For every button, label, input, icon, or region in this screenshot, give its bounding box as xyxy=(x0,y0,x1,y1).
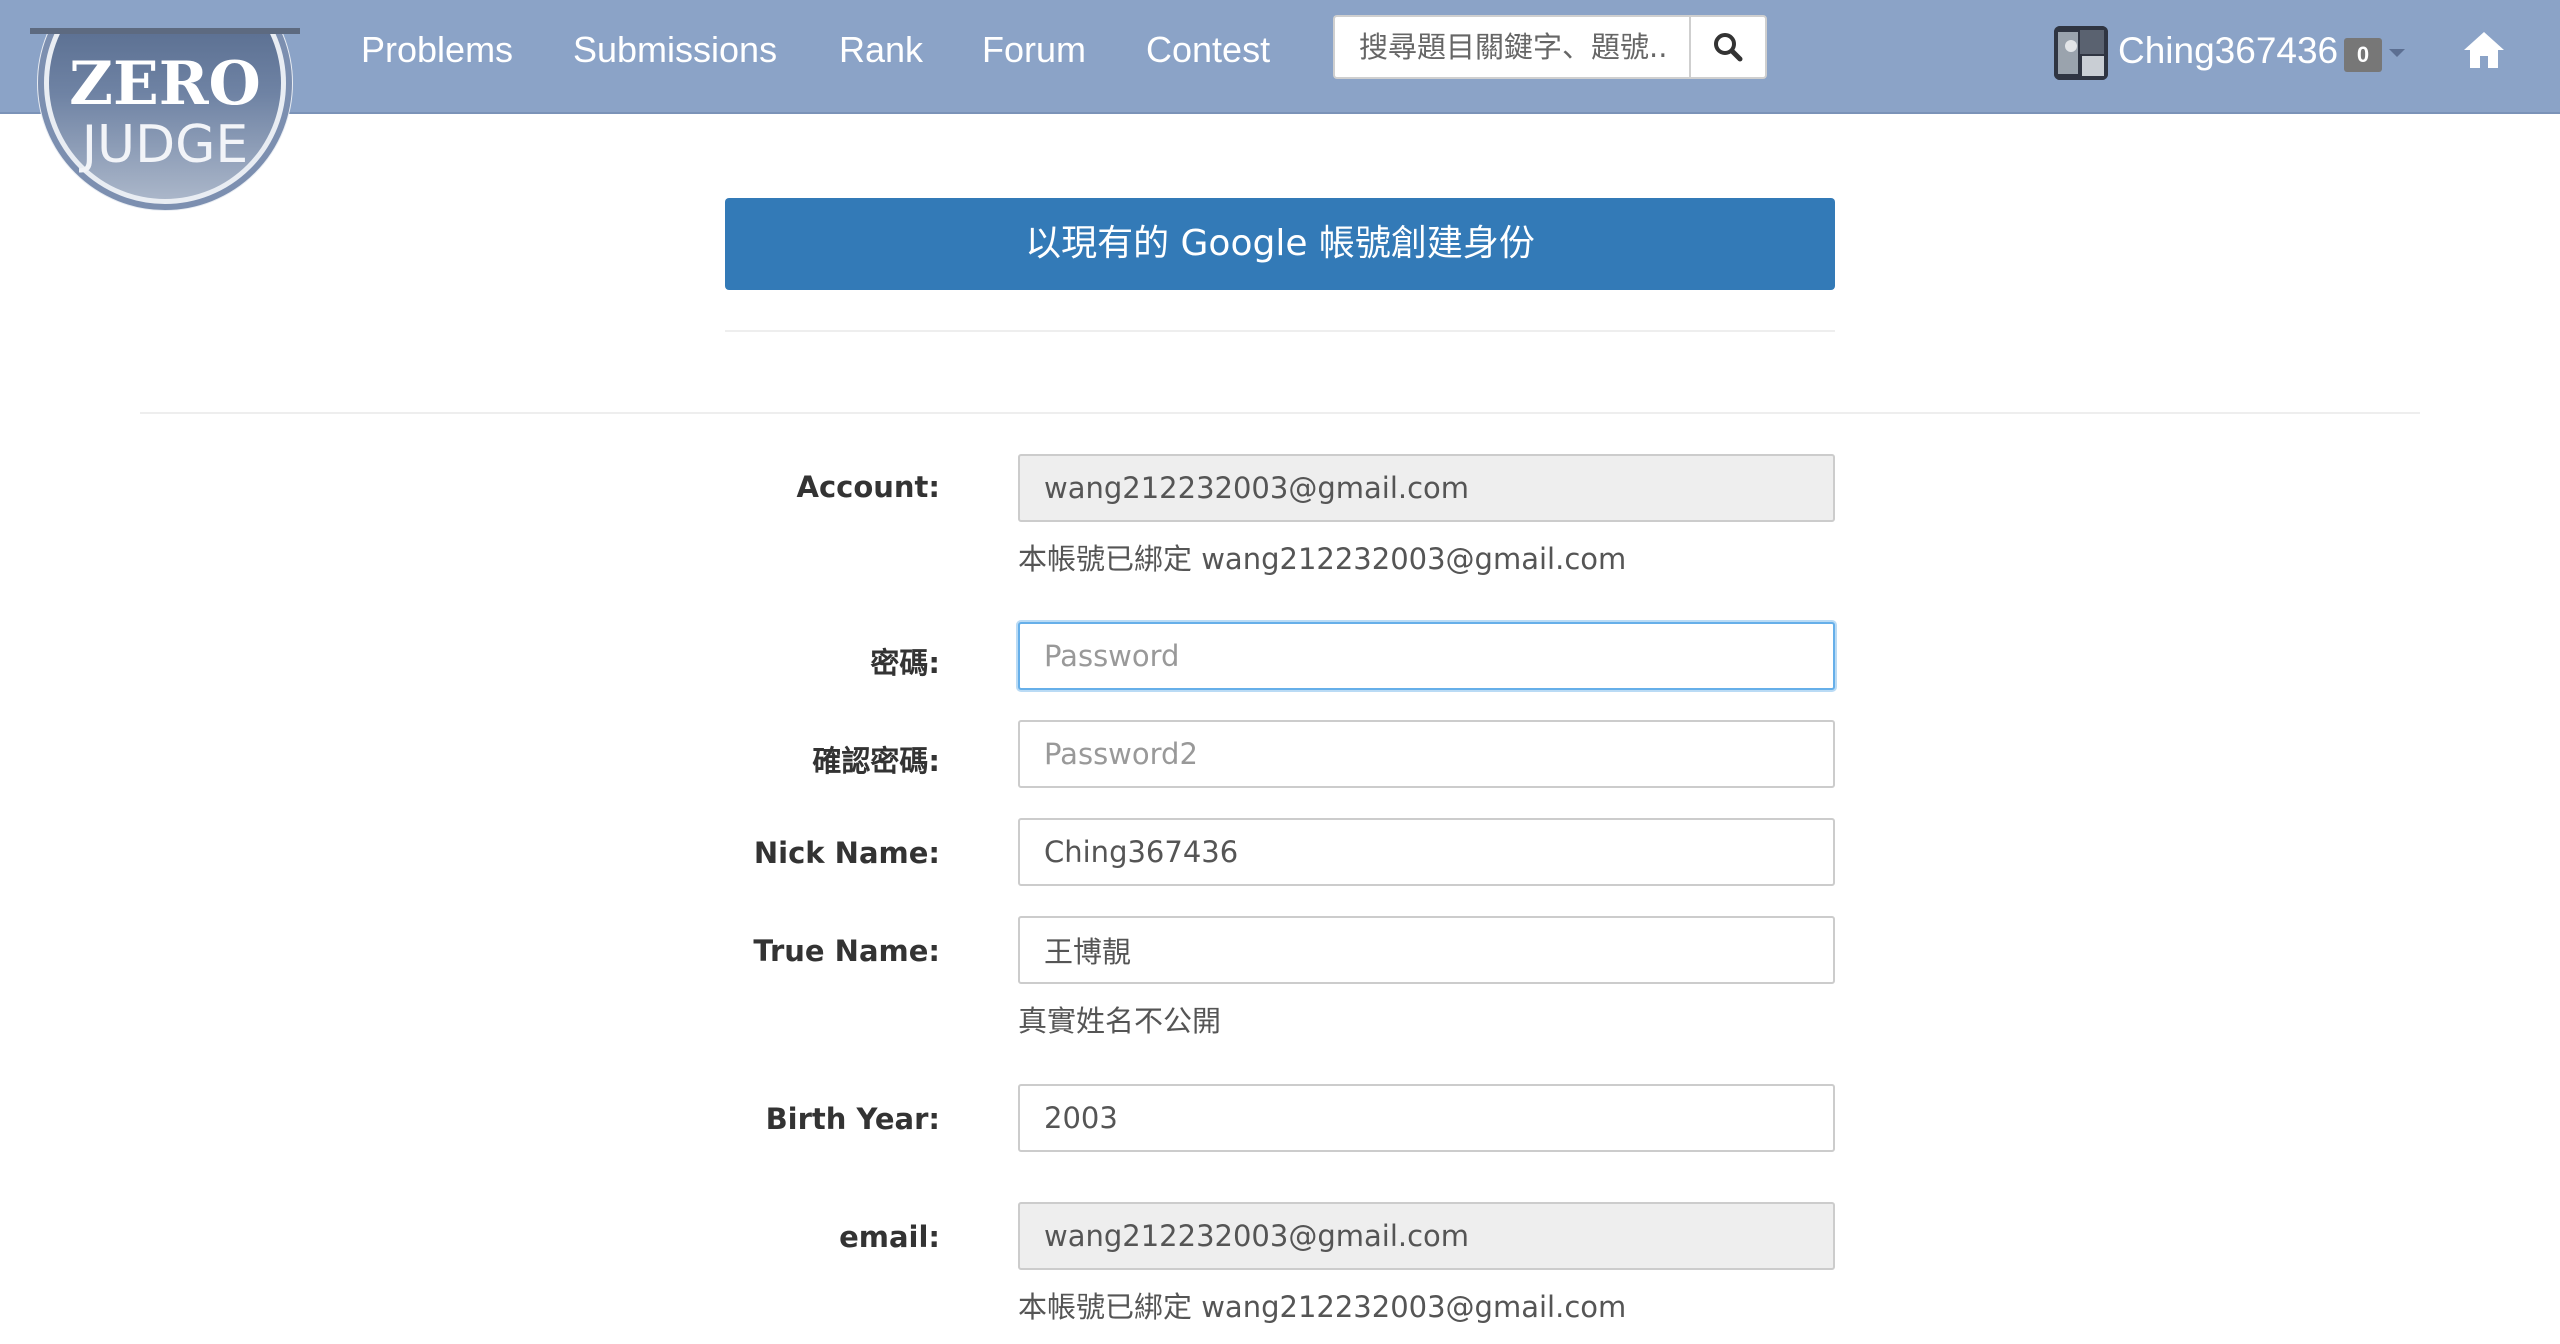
account-help-text: 本帳號已綁定 wang212232003@gmail.com xyxy=(1018,542,1627,576)
home-icon[interactable] xyxy=(2462,28,2506,72)
email-label: email: xyxy=(839,1220,940,1254)
logo-text-zero: ZERO xyxy=(69,49,261,119)
birthyear-label: Birth Year: xyxy=(765,1102,940,1136)
nav-rank[interactable]: Rank xyxy=(839,24,923,76)
nav-submissions[interactable]: Submissions xyxy=(573,24,777,76)
nav-contest[interactable]: Contest xyxy=(1146,24,1270,76)
nav-problems[interactable]: Problems xyxy=(361,24,513,76)
email-help-text: 本帳號已綁定 wang212232003@gmail.com xyxy=(1018,1290,1627,1324)
username-link[interactable]: Ching367436 xyxy=(2118,24,2338,78)
search-icon xyxy=(1714,33,1743,62)
account-field[interactable] xyxy=(1018,454,1835,522)
nickname-label: Nick Name: xyxy=(753,836,940,870)
nav-forum[interactable]: Forum xyxy=(982,24,1086,76)
divider xyxy=(140,412,2420,414)
truename-label: True Name: xyxy=(753,934,940,968)
search-button[interactable] xyxy=(1689,15,1767,79)
confirm-password-field[interactable] xyxy=(1018,720,1835,788)
caret-down-icon[interactable] xyxy=(2389,49,2405,57)
navbar: Problems Submissions Rank Forum Contest … xyxy=(0,0,2560,114)
password-field[interactable] xyxy=(1018,622,1835,690)
zerojudge-logo[interactable]: ZERO JUDGE xyxy=(30,28,300,214)
logo-text-judge: JUDGE xyxy=(79,115,249,175)
google-create-identity-button[interactable]: 以現有的 Google 帳號創建身份 xyxy=(725,198,1835,290)
search-input[interactable] xyxy=(1333,15,1689,79)
avatar[interactable] xyxy=(2054,26,2108,80)
confirm-password-label: 確認密碼: xyxy=(812,744,940,778)
truename-field[interactable] xyxy=(1018,916,1835,984)
email-field[interactable] xyxy=(1018,1202,1835,1270)
notification-badge: 0 xyxy=(2344,38,2382,72)
nickname-field[interactable] xyxy=(1018,818,1835,886)
password-label: 密碼: xyxy=(870,646,940,680)
birthyear-field[interactable] xyxy=(1018,1084,1835,1152)
divider xyxy=(725,330,1835,332)
truename-help-text: 真實姓名不公開 xyxy=(1018,1004,1222,1038)
account-label: Account: xyxy=(796,470,941,504)
